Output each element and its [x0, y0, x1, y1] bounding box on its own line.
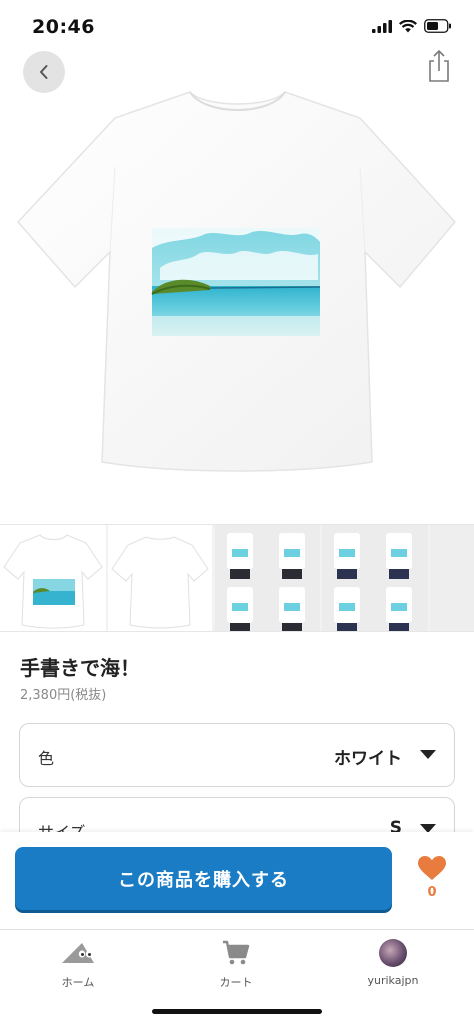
like-count: 0 [427, 885, 437, 900]
home-indicator [152, 1009, 322, 1014]
status-time: 20:46 [32, 16, 95, 38]
avatar [379, 939, 407, 967]
tab-profile-label: yurikajpn [367, 974, 419, 987]
battery-icon [424, 19, 451, 33]
home-icon [62, 943, 94, 963]
thumbnail-models-1[interactable] [215, 525, 320, 631]
cart-icon [223, 940, 250, 965]
color-select-label: 色 [38, 749, 55, 768]
like-button[interactable]: 0 [410, 856, 454, 900]
thumbnail-models-2-image [322, 525, 428, 631]
thumbnail-front-image [3, 534, 103, 629]
status-bar: 20:46 [0, 0, 474, 48]
tab-cart[interactable]: カート [176, 938, 296, 990]
color-select[interactable]: 色 ホワイト [19, 723, 455, 787]
thumbnail-strip[interactable] [0, 524, 474, 632]
caret-down-icon [420, 750, 436, 759]
heart-icon [418, 856, 446, 880]
signal-icon [372, 19, 392, 33]
purchase-bar: この商品を購入する 0 [0, 832, 474, 929]
status-icons [372, 19, 452, 33]
tab-profile[interactable]: yurikajpn [333, 938, 453, 987]
product-title: 手書きで海！ [20, 656, 140, 680]
tab-home-label: ホーム [61, 976, 95, 989]
thumbnail-back-image [111, 536, 209, 629]
wifi-icon [399, 19, 417, 32]
tab-cart-label: カート [219, 976, 253, 989]
thumbnail-front[interactable] [0, 525, 106, 631]
tab-home[interactable]: ホーム [18, 938, 138, 990]
product-price: 2,380円(税抜) [20, 688, 107, 703]
product-main-image[interactable] [0, 72, 474, 524]
buy-button[interactable]: この商品を購入する [15, 847, 392, 910]
thumbnail-models-2[interactable] [322, 525, 428, 631]
thumbnail-back[interactable] [108, 525, 212, 631]
thumbnail-models-1-image [215, 525, 320, 631]
thumbnail-partial[interactable] [430, 525, 474, 631]
tshirt-front-image [16, 91, 456, 472]
color-select-value: ホワイト [334, 749, 402, 769]
